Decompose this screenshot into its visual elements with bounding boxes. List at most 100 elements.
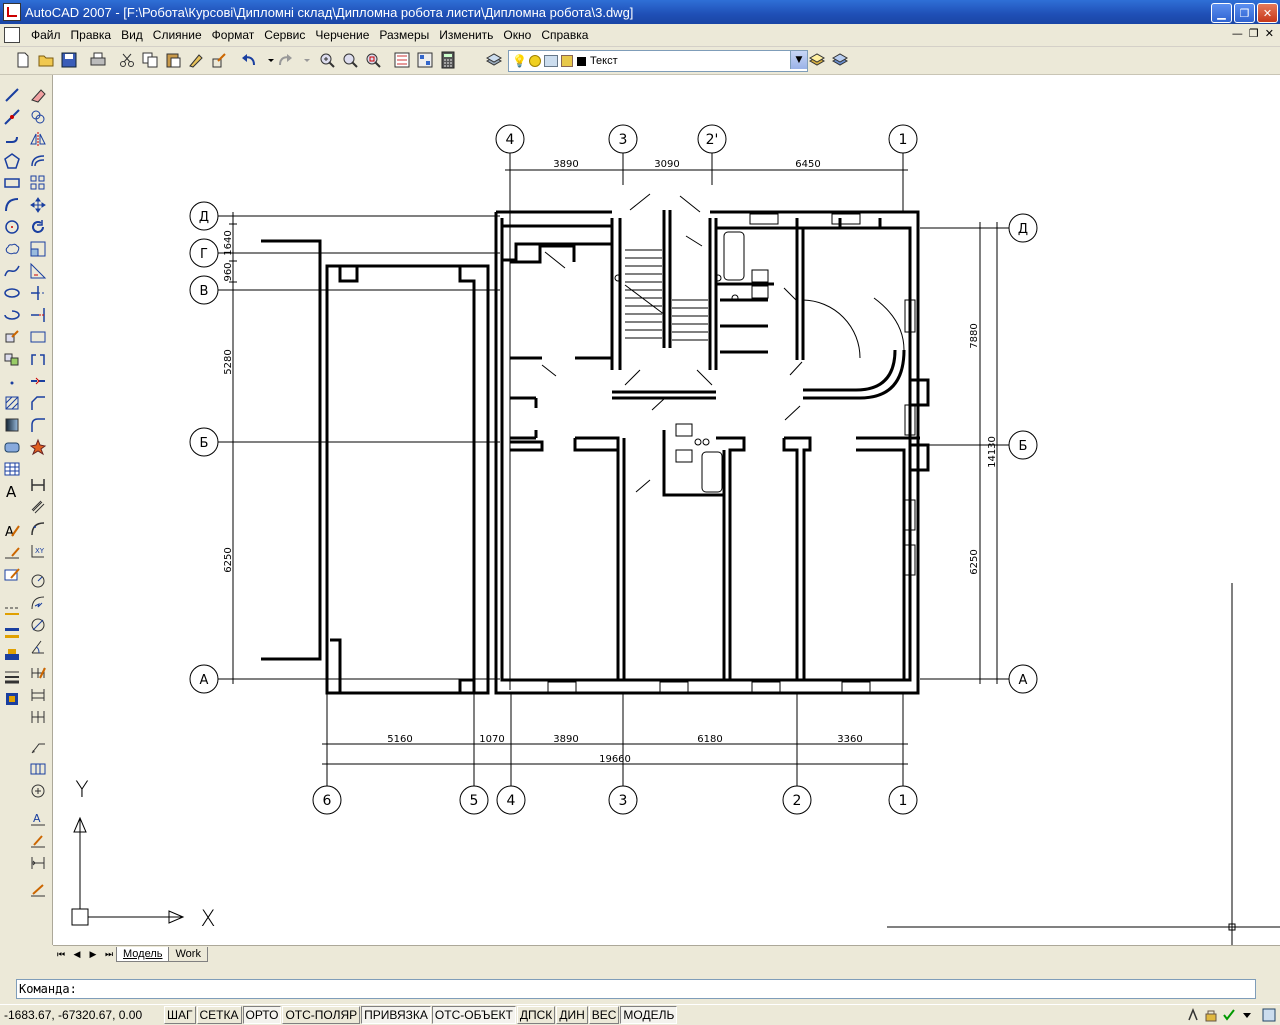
circle-icon[interactable]	[2, 217, 22, 237]
doc-restore-button[interactable]: ❐	[1249, 27, 1259, 40]
radius-dimension-icon[interactable]	[28, 571, 48, 591]
array-icon[interactable]	[28, 173, 48, 193]
lwt-toggle[interactable]: ВЕС	[588, 1006, 620, 1024]
clean-screen-icon[interactable]	[1262, 1008, 1276, 1022]
quick-dimension-icon[interactable]	[28, 663, 48, 683]
aligned-dimension-icon[interactable]	[28, 497, 48, 517]
menu-tools[interactable]: Сервис	[259, 26, 310, 44]
region-icon[interactable]	[2, 437, 22, 457]
copy-object-icon[interactable]	[28, 107, 48, 127]
coordinates-readout[interactable]: -1683.67, -67320.67, 0.00	[0, 1008, 164, 1022]
color-control-icon[interactable]	[2, 689, 22, 709]
move-icon[interactable]	[28, 195, 48, 215]
insert-block-icon[interactable]	[2, 327, 22, 347]
block-editor-icon[interactable]	[210, 51, 228, 69]
stretch-icon[interactable]	[28, 261, 48, 281]
osnap-toggle[interactable]: ПРИВЯЗКА	[361, 1006, 431, 1024]
zoom-window-icon[interactable]	[364, 51, 382, 69]
mirror-icon[interactable]	[28, 129, 48, 149]
save-icon[interactable]	[60, 51, 78, 69]
arc-icon[interactable]	[2, 195, 22, 215]
undo-icon[interactable]	[240, 51, 258, 69]
jogged-dimension-icon[interactable]	[28, 593, 48, 613]
center-mark-icon[interactable]	[28, 781, 48, 801]
menu-view[interactable]: Вид	[116, 26, 148, 44]
menu-modify[interactable]: Изменить	[434, 26, 498, 44]
menu-format[interactable]: Формат	[207, 26, 260, 44]
fillet-icon[interactable]	[28, 415, 48, 435]
redo-icon[interactable]	[276, 51, 294, 69]
join-icon[interactable]	[28, 371, 48, 391]
polar-toggle[interactable]: ОТС-ПОЛЯР	[282, 1006, 361, 1024]
layer-lock-icon[interactable]	[560, 55, 573, 67]
model-toggle[interactable]: МОДЕЛЬ	[620, 1006, 678, 1024]
dimension-update-icon[interactable]	[28, 853, 48, 873]
offset-icon[interactable]	[28, 151, 48, 171]
restore-button[interactable]: ❐	[1234, 3, 1255, 23]
construction-line-icon[interactable]	[2, 107, 22, 127]
plot-icon[interactable]	[89, 51, 107, 69]
ducs-toggle[interactable]: ДПСК	[516, 1006, 556, 1024]
toolbar-lock-icon[interactable]	[1204, 1008, 1218, 1022]
linetype-icon[interactable]	[2, 601, 22, 621]
baseline-dimension-icon[interactable]	[28, 685, 48, 705]
spline-icon[interactable]	[2, 261, 22, 281]
ordinate-dimension-icon[interactable]: XY	[28, 541, 48, 561]
menu-help[interactable]: Справка	[536, 26, 593, 44]
point-icon[interactable]	[2, 371, 22, 391]
draw-order-icon[interactable]	[2, 645, 22, 665]
menu-dimension[interactable]: Размеры	[374, 26, 434, 44]
multiline-text-icon[interactable]: A	[2, 481, 22, 501]
properties-icon[interactable]	[393, 51, 411, 69]
chamfer-icon[interactable]	[28, 393, 48, 413]
layer-previous-icon[interactable]	[808, 51, 826, 69]
menu-edit[interactable]: Правка	[66, 26, 117, 44]
doc-close-button[interactable]: ✕	[1265, 27, 1274, 40]
table-icon[interactable]	[2, 459, 22, 479]
linear-dimension-icon[interactable]	[28, 475, 48, 495]
menu-draw[interactable]: Черчение	[310, 26, 374, 44]
dyn-toggle[interactable]: ДИН	[556, 1006, 588, 1024]
tab-model[interactable]: Модель	[116, 947, 170, 962]
open-icon[interactable]	[37, 51, 55, 69]
ellipse-icon[interactable]	[2, 283, 22, 303]
tab-work[interactable]: Work	[168, 947, 208, 962]
cut-icon[interactable]	[118, 51, 136, 69]
close-button[interactable]: ✕	[1257, 3, 1278, 23]
copy-icon[interactable]	[141, 51, 159, 69]
break-icon[interactable]	[28, 349, 48, 369]
trim-icon[interactable]	[28, 283, 48, 303]
rectangle-icon[interactable]	[2, 173, 22, 193]
first-tab-button[interactable]: ⏮	[53, 948, 69, 962]
extend-icon[interactable]	[28, 305, 48, 325]
pan-icon[interactable]	[318, 51, 336, 69]
new-icon[interactable]	[14, 51, 32, 69]
dimension-edit-icon[interactable]: A	[28, 809, 48, 829]
angular-dimension-icon[interactable]	[28, 637, 48, 657]
hatch-icon[interactable]	[2, 393, 22, 413]
undo-dropdown-icon[interactable]	[262, 51, 274, 69]
minimize-button[interactable]: ▁	[1211, 3, 1232, 23]
drawing-canvas[interactable]: 4 3 2' 1 Д Г В Б А Д Б А 6 5 4 3 2 1 389…	[53, 75, 1280, 945]
menu-window[interactable]: Окно	[498, 26, 536, 44]
redo-dropdown-icon[interactable]	[298, 51, 310, 69]
scale-icon[interactable]	[28, 239, 48, 259]
polygon-icon[interactable]	[2, 151, 22, 171]
make-block-icon[interactable]	[2, 349, 22, 369]
paste-icon[interactable]	[164, 51, 182, 69]
diameter-dimension-icon[interactable]	[28, 615, 48, 635]
calculator-icon[interactable]	[439, 51, 457, 69]
chevron-down-icon[interactable]: ▼	[790, 51, 807, 69]
menu-file[interactable]: Файл	[26, 26, 66, 44]
prev-tab-button[interactable]: ◀	[69, 948, 85, 962]
next-tab-button[interactable]: ▶	[85, 948, 101, 962]
gradient-icon[interactable]	[2, 415, 22, 435]
rotate-icon[interactable]	[28, 217, 48, 237]
layer-dropdown[interactable]: 💡 Текст ▼	[508, 50, 808, 72]
dimension-text-edit-icon[interactable]	[28, 831, 48, 851]
text-style-icon[interactable]: A	[2, 521, 22, 541]
polyline-icon[interactable]	[2, 129, 22, 149]
status-menu-chevron-icon[interactable]	[1240, 1008, 1254, 1022]
ellipse-arc-icon[interactable]	[2, 305, 22, 325]
dim-style-control-icon[interactable]	[28, 881, 48, 901]
